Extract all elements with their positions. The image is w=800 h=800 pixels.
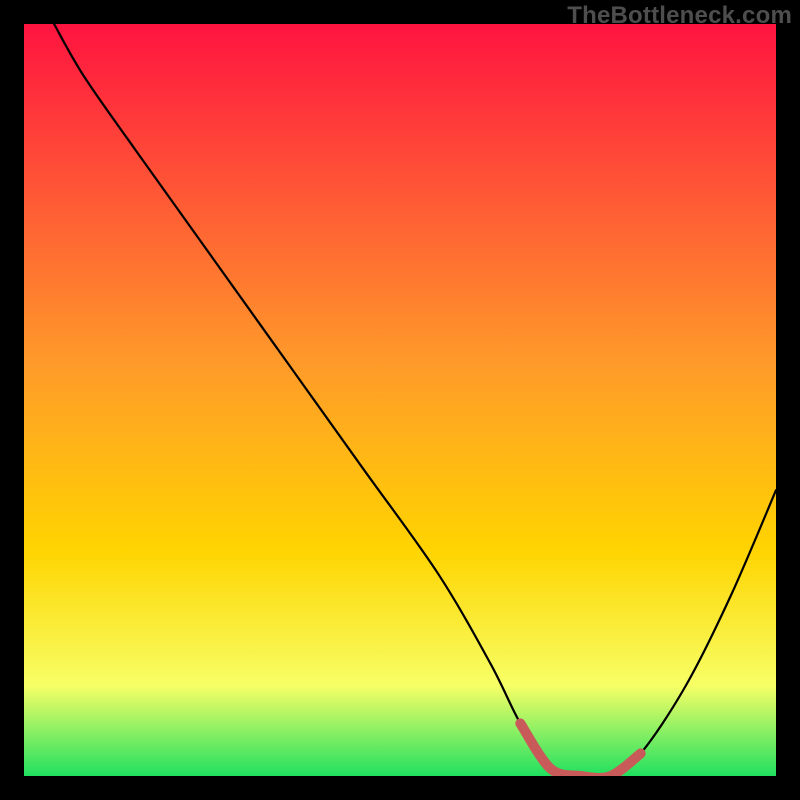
watermark-text: TheBottleneck.com [567, 2, 792, 30]
bottleneck-chart [24, 24, 776, 776]
gradient-background [24, 24, 776, 776]
chart-frame [24, 24, 776, 776]
